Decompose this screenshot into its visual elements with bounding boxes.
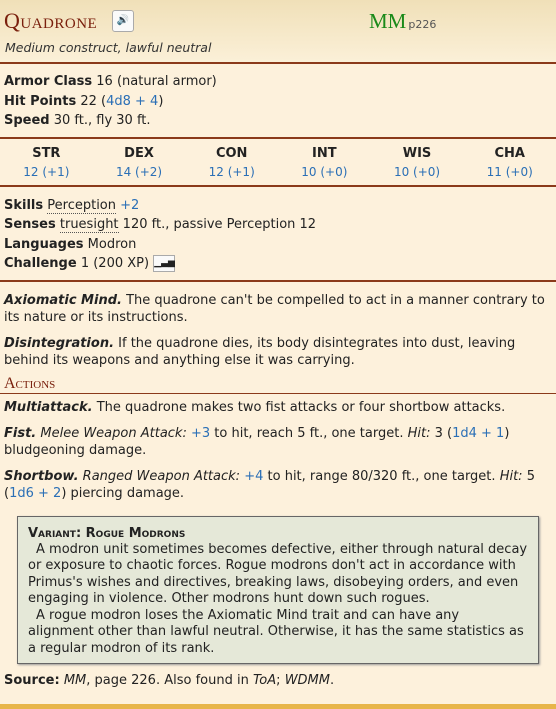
attack-type: Ranged Weapon Attack:	[82, 468, 241, 484]
hp-roll-link[interactable]: 4d8 + 4	[106, 94, 158, 109]
trait-name: Axiomatic Mind.	[4, 292, 122, 308]
source-page: p226	[408, 18, 437, 31]
ability-name: WIS	[402, 145, 432, 161]
traits-block: Axiomatic Mind. The quadrone can't be co…	[0, 282, 556, 369]
ability-value[interactable]: 14 (+2)	[93, 163, 186, 181]
hp-close: )	[158, 93, 164, 109]
source-end: .	[329, 673, 335, 688]
actions-heading: Actions	[0, 375, 556, 394]
ac-label: Armor Class	[4, 74, 93, 89]
action-text: to hit, range 80/320 ft., one target.	[267, 468, 496, 484]
bar-chart-icon[interactable]: ▁▃▅	[153, 255, 176, 272]
source-footer: Source: MM, page 226. Also found in ToA;…	[0, 671, 556, 691]
speed-label: Speed	[4, 113, 50, 128]
ability-name: CHA	[494, 145, 525, 161]
ability-value[interactable]: 10 (+0)	[371, 163, 464, 181]
creature-subtitle: Medium construct, lawful neutral	[5, 40, 212, 55]
source-book-link[interactable]: MM	[64, 673, 86, 688]
ability-value[interactable]: 11 (+0)	[463, 163, 556, 181]
damage-type: ) piercing damage.	[61, 485, 185, 501]
source-badge[interactable]: MM p226	[369, 9, 436, 34]
ability-value[interactable]: 10 (+0)	[278, 163, 371, 181]
armor-class-row: Armor Class 16 (natural armor)	[4, 72, 552, 92]
creature-name: Quadrone	[4, 8, 98, 33]
challenge-row: Challenge 1 (200 XP) ▁▃▅	[4, 254, 552, 274]
senses-value: 120 ft., passive Perception 12	[122, 217, 317, 232]
challenge-value: 1 (200 XP)	[80, 256, 150, 271]
languages-label: Languages	[4, 236, 84, 252]
ability-value[interactable]: 12 (+1)	[185, 163, 278, 181]
variant-paragraph: A modron unit sometimes becomes defectiv…	[28, 541, 528, 607]
truesight-link[interactable]: truesight	[59, 217, 119, 233]
to-hit-roll-link[interactable]: +4	[244, 469, 263, 484]
variant-paragraph: A rogue modron loses the Axiomatic Mind …	[28, 607, 524, 656]
languages-value: Modron	[87, 236, 137, 252]
trait-name: Disintegration.	[4, 335, 115, 351]
variant-box: Variant: Rogue Modrons A modron unit som…	[17, 515, 539, 664]
languages-row: Languages Modron	[4, 235, 552, 255]
action-name: Multiattack.	[4, 399, 93, 415]
actions-block: Multiattack. The quadrone makes two fist…	[0, 394, 556, 502]
hit-label: Hit:	[499, 468, 523, 484]
speaker-icon[interactable]: 🔊	[112, 10, 134, 32]
senses-row: Senses truesight 120 ft., passive Percep…	[4, 215, 552, 235]
action-fist: Fist. Melee Weapon Attack: +3 to hit, re…	[0, 425, 556, 459]
ability-scores: STR 12 (+1) DEX 14 (+2) CON 12 (+1) INT 10 (…	[0, 139, 556, 185]
trait-axiomatic-mind: Axiomatic Mind. The quadrone can't be co…	[0, 292, 556, 326]
damage-roll-link[interactable]: 1d4 + 1	[452, 426, 504, 441]
also-found-link[interactable]: WDMM	[285, 673, 330, 688]
ability-name: INT	[312, 145, 337, 161]
source-text: , page 226. Also found in	[86, 673, 249, 688]
ability-wis: WIS 10 (+0)	[371, 145, 464, 181]
challenge-label: Challenge	[4, 256, 77, 271]
bottom-border	[0, 704, 556, 709]
speed-value: 30 ft., fly 30 ft.	[53, 113, 151, 128]
ability-dex: DEX 14 (+2)	[93, 145, 186, 181]
hit-label: Hit:	[407, 425, 431, 441]
damage-text: 3 (	[434, 425, 453, 441]
skills-row: Skills Perception +2	[4, 196, 552, 216]
ability-int: INT 10 (+0)	[278, 145, 371, 181]
ac-value: 16 (natural armor)	[96, 74, 217, 89]
action-name: Fist.	[4, 425, 37, 441]
ability-cha: CHA 11 (+0)	[463, 145, 556, 181]
also-found-link[interactable]: ToA	[253, 673, 276, 688]
trait-disintegration: Disintegration. If the quadrone dies, it…	[0, 335, 556, 369]
ability-name: DEX	[124, 145, 154, 161]
ability-con: CON 12 (+1)	[185, 145, 278, 181]
ability-name: CON	[215, 145, 248, 161]
ability-value[interactable]: 12 (+1)	[0, 163, 93, 181]
ability-str: STR 12 (+1)	[0, 145, 93, 181]
skill-roll-link[interactable]: +2	[120, 198, 139, 213]
hp-label: Hit Points	[4, 93, 77, 109]
damage-roll-link[interactable]: 1d6 + 2	[9, 486, 61, 501]
skills-label: Skills	[4, 197, 44, 213]
speed-row: Speed 30 ft., fly 30 ft.	[4, 111, 552, 131]
attack-type: Melee Weapon Attack:	[40, 425, 187, 441]
action-text: to hit, reach 5 ft., one target.	[214, 425, 404, 441]
source-book: MM	[369, 9, 407, 33]
hp-value: 22 (	[80, 93, 107, 109]
statblock-header: Quadrone 🔊 MM p226 Medium construct, lawf…	[0, 0, 556, 62]
action-name: Shortbow.	[4, 468, 79, 484]
senses-label: Senses	[4, 217, 56, 232]
skill-perception-link[interactable]: Perception	[47, 197, 116, 214]
separator: ;	[276, 673, 281, 688]
basic-stats: Armor Class 16 (natural armor) Hit Point…	[0, 64, 556, 137]
ability-name: STR	[32, 145, 61, 161]
action-multiattack: Multiattack. The quadrone makes two fist…	[0, 399, 556, 416]
to-hit-roll-link[interactable]: +3	[191, 426, 210, 441]
variant-title: Variant: Rogue Modrons	[28, 525, 186, 541]
hit-points-row: Hit Points 22 (4d8 + 4)	[4, 92, 552, 112]
action-shortbow: Shortbow. Ranged Weapon Attack: +4 to hi…	[0, 468, 556, 502]
details-block: Skills Perception +2 Senses truesight 12…	[0, 187, 556, 280]
action-text: The quadrone makes two fist attacks or f…	[96, 399, 506, 415]
source-label: Source:	[4, 673, 60, 688]
